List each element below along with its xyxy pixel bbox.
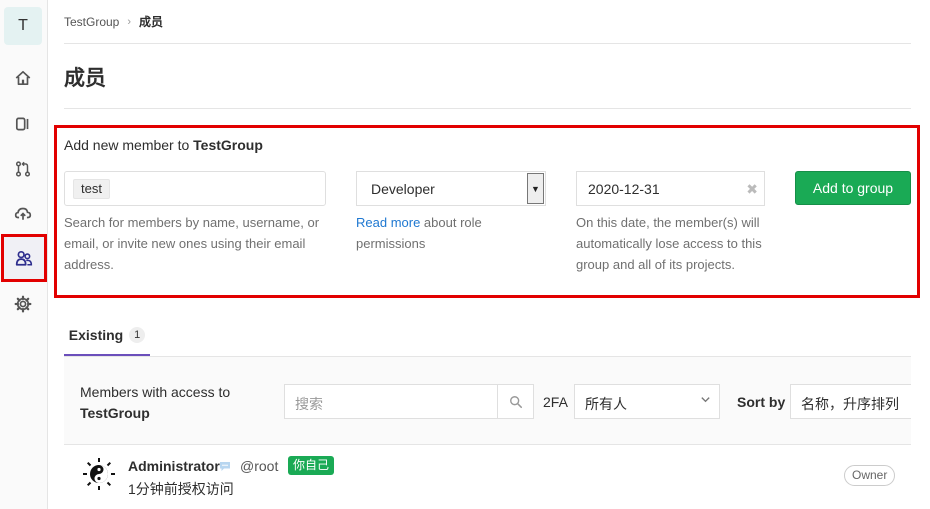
group-avatar[interactable]: T: [4, 7, 42, 45]
search-icon: [509, 395, 522, 408]
merge-request-icon: [15, 161, 31, 177]
divider: [64, 108, 911, 109]
sidebar-item-members[interactable]: [1, 234, 47, 282]
yin-yang-avatar-icon: [80, 455, 118, 493]
member-role-badge: Owner: [844, 465, 896, 486]
issues-icon: [15, 117, 29, 131]
sort-dropdown-value: 名称，升序排列: [801, 396, 899, 412]
tab-existing[interactable]: Existing 1: [64, 316, 150, 356]
chat-bubble-icon: [219, 459, 231, 471]
members-search-placeholder: 搜索: [295, 396, 323, 412]
twofa-dropdown[interactable]: 所有人: [574, 384, 720, 419]
sidebar-item-issues[interactable]: [10, 111, 36, 137]
chevron-down-icon: [700, 394, 711, 408]
sidebar: T: [0, 0, 48, 509]
sort-dropdown[interactable]: 名称，升序排列: [790, 384, 911, 419]
members-filter-bar: Members with access to TestGroup 搜索 2FA …: [64, 357, 911, 445]
avatar[interactable]: [80, 455, 118, 493]
filter-title-group: TestGroup: [80, 405, 150, 421]
settings-icon: [14, 295, 32, 313]
breadcrumb-current[interactable]: 成员: [139, 13, 163, 30]
tab-existing-label: Existing: [68, 327, 124, 343]
breadcrumb-separator-icon: ›: [127, 15, 132, 28]
page-title: 成员: [64, 67, 106, 90]
member-row: Administrator @root 你自己 1分钟前授权访问 Owner: [64, 446, 911, 509]
sidebar-item-settings[interactable]: [10, 291, 36, 317]
members-icon: [15, 250, 33, 266]
sidebar-item-overview[interactable]: [10, 65, 36, 91]
cloud-upload-icon: [14, 207, 32, 220]
home-icon: [15, 70, 31, 86]
divider: [64, 43, 911, 44]
tab-existing-count: 1: [129, 327, 146, 343]
breadcrumb: TestGroup › 成员: [64, 13, 163, 30]
member-name[interactable]: Administrator: [128, 458, 220, 474]
breadcrumb-group-link[interactable]: TestGroup: [64, 15, 119, 29]
sidebar-item-kubernetes[interactable]: [10, 200, 36, 226]
group-initial: T: [18, 17, 28, 34]
twofa-label: 2FA: [543, 394, 568, 410]
filter-title: Members with access to TestGroup: [80, 382, 230, 424]
self-badge: 你自己: [288, 456, 335, 475]
annotation-highlight: [54, 125, 920, 298]
member-username: @root: [240, 458, 279, 474]
members-search-input[interactable]: 搜索: [284, 384, 534, 419]
twofa-dropdown-value: 所有人: [585, 396, 627, 412]
sort-label: Sort by: [737, 394, 786, 410]
search-button[interactable]: [497, 385, 533, 418]
sidebar-item-merge-requests[interactable]: [10, 156, 36, 182]
member-granted-time: 1分钟前授权访问: [128, 481, 234, 497]
filter-title-prefix: Members with access to: [80, 384, 231, 400]
